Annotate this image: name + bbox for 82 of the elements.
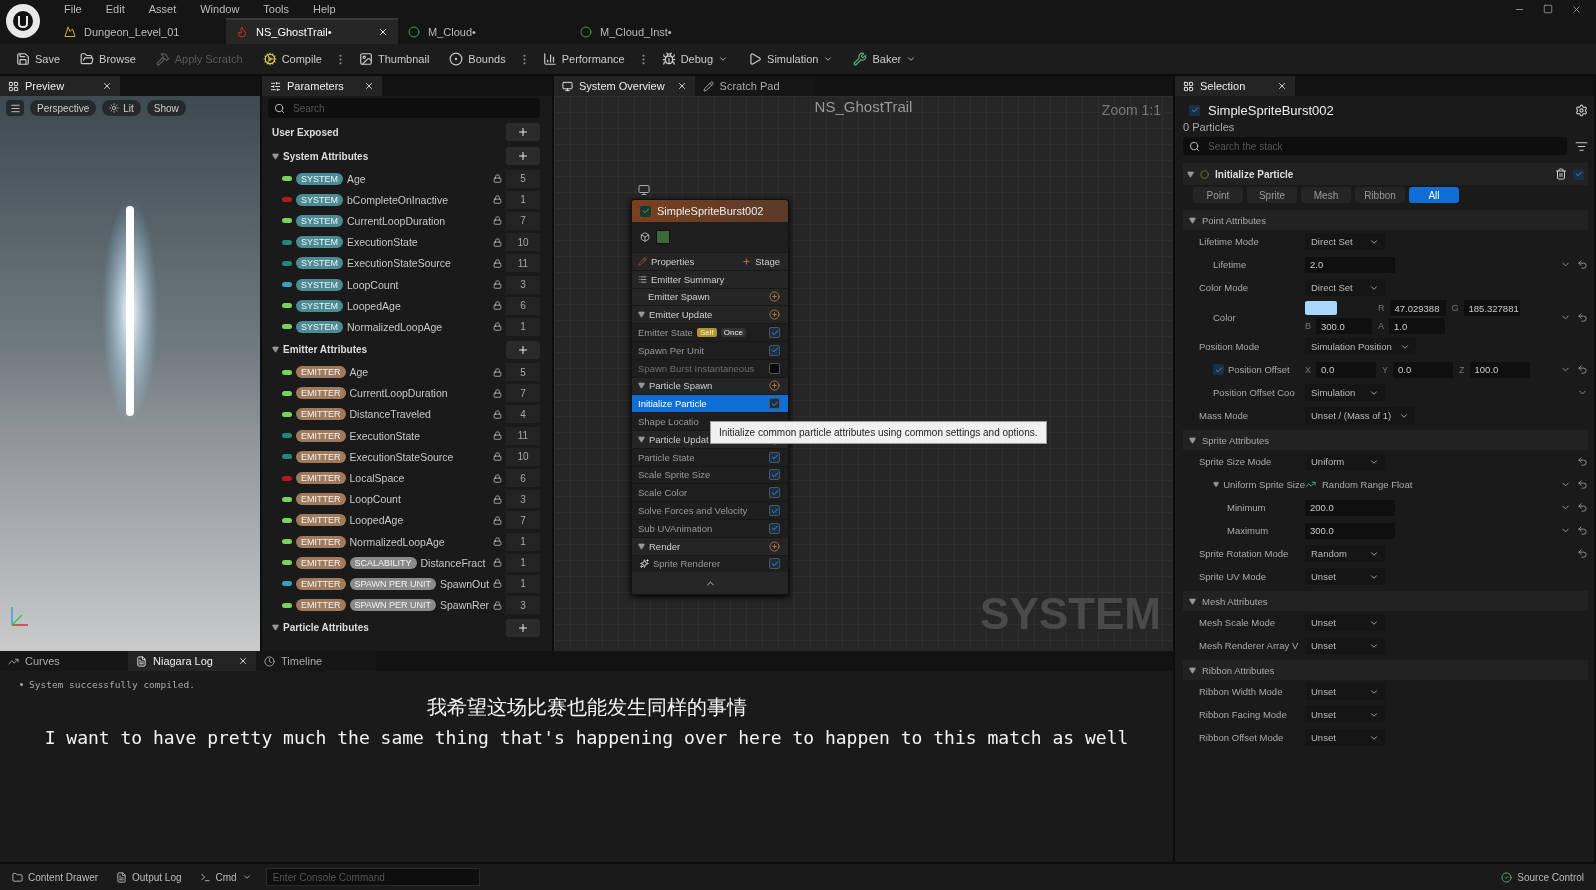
namespace-tag: EMITTER	[296, 493, 346, 506]
tooltip: Initialize common particle attributes using common settings and options.	[710, 421, 1047, 444]
namespace-tag: EMITTER	[296, 429, 346, 442]
namespace-tag: EMITTER	[296, 535, 346, 548]
namespace-tag: SYSTEM	[296, 278, 343, 291]
channel-label: B	[1305, 321, 1311, 331]
attribute-label: Position Offset	[1228, 364, 1290, 375]
particle-count: 0 Particles	[1183, 120, 1236, 135]
section-title: User Exposed	[272, 126, 340, 138]
reference-count: 11	[506, 254, 540, 273]
reference-count: 3	[506, 275, 540, 294]
reference-count: 4	[506, 405, 540, 424]
module-tag: Once	[720, 328, 746, 338]
namespace-tag: SYSTEM	[296, 320, 343, 333]
namespace-tag: SYSTEM	[296, 193, 343, 206]
namespace-tag: EMITTER	[296, 366, 346, 379]
graph-title: NS_GhostTrail	[814, 98, 913, 115]
namespace-tag: SCALABILITY	[349, 556, 417, 569]
axis-label: Z	[1459, 364, 1465, 375]
module-title: Initialize Particle	[1215, 168, 1295, 180]
reference-count: 1	[506, 574, 540, 593]
reference-count: 6	[506, 469, 540, 488]
channel-label: A	[1378, 321, 1385, 331]
namespace-tag: EMITTER	[296, 472, 346, 485]
namespace-tag: EMITTER	[296, 514, 346, 527]
attribute-label: Position Offset Coo	[1213, 387, 1295, 398]
attribute-label: Color	[1213, 311, 1236, 323]
reference-count: 11	[506, 426, 540, 445]
namespace-tag: EMITTER	[296, 387, 346, 400]
axis-label: Y	[1382, 364, 1389, 375]
namespace-tag: EMITTER	[296, 599, 346, 612]
attribute-label: Sprite Rotation Mode	[1199, 548, 1289, 559]
attribute-label: Maximum	[1227, 525, 1269, 536]
attribute-label: Minimum	[1227, 502, 1266, 513]
axis-label: X	[1305, 364, 1311, 375]
namespace-tag: EMITTER	[296, 450, 346, 463]
attribute-label: Ribbon Width Mode	[1199, 686, 1283, 697]
reference-count: 5	[506, 169, 540, 188]
subtitle-text: 我希望这场比赛也能发生同样的事情	[426, 694, 747, 721]
reference-count: 10	[506, 233, 540, 252]
reference-count: 1	[506, 553, 540, 572]
namespace-tag: SYSTEM	[296, 236, 343, 249]
attribute-label: Mesh Renderer Array V	[1199, 640, 1299, 651]
reference-count: 3	[506, 490, 540, 509]
namespace-tag: SYSTEM	[296, 299, 343, 312]
attribute-label: Lifetime Mode	[1199, 236, 1259, 247]
reference-count: 1	[506, 532, 540, 551]
namespace-tag: EMITTER	[296, 408, 346, 421]
reference-count: 6	[506, 296, 540, 315]
node-title: SimpleSpriteBurst002	[657, 205, 764, 217]
module-tag: Self	[696, 328, 717, 338]
attribute-label: Sprite Size Mode	[1199, 456, 1272, 467]
attribute-label: Mesh Scale Mode	[1199, 617, 1276, 628]
reference-count: 1	[506, 317, 540, 336]
reference-count: 5	[506, 363, 540, 382]
zoom-label: Zoom 1:1	[1101, 102, 1161, 118]
attribute-label: Mass Mode	[1199, 410, 1249, 421]
reference-count: 7	[506, 511, 540, 530]
attribute-label: Color Mode	[1199, 282, 1249, 293]
reference-count: 7	[506, 384, 540, 403]
attribute-label: Uniform Sprite Size	[1223, 479, 1305, 490]
attribute-label: Ribbon Facing Mode	[1199, 709, 1287, 720]
namespace-tag: SYSTEM	[296, 214, 343, 227]
channel-label: R	[1378, 303, 1385, 313]
attribute-label: Ribbon Offset Mode	[1199, 732, 1284, 743]
reference-count: 3	[506, 596, 540, 615]
namespace-tag: SYSTEM	[296, 172, 343, 185]
reference-count: 10	[506, 447, 540, 466]
namespace-tag: SPAWN PER UNIT	[349, 599, 436, 612]
subtitle-text: I want to have pretty much the same thing that's happening over here to happen to this match as well	[44, 727, 1129, 748]
reference-count: 7	[506, 211, 540, 230]
attribute-label: Lifetime	[1213, 259, 1247, 270]
attribute-label: Sprite UV Mode	[1199, 571, 1267, 582]
log-message: System successfully compiled.	[29, 679, 195, 690]
namespace-tag: EMITTER	[296, 556, 346, 569]
namespace-tag: EMITTER	[296, 577, 346, 590]
channel-label: G	[1451, 303, 1459, 313]
namespace-tag: SYSTEM	[296, 257, 343, 270]
attribute-label: Position Mode	[1199, 341, 1260, 352]
emitter-title: SimpleSpriteBurst002	[1208, 102, 1335, 118]
namespace-tag: SPAWN PER UNIT	[349, 577, 436, 590]
reference-count: 1	[506, 190, 540, 209]
